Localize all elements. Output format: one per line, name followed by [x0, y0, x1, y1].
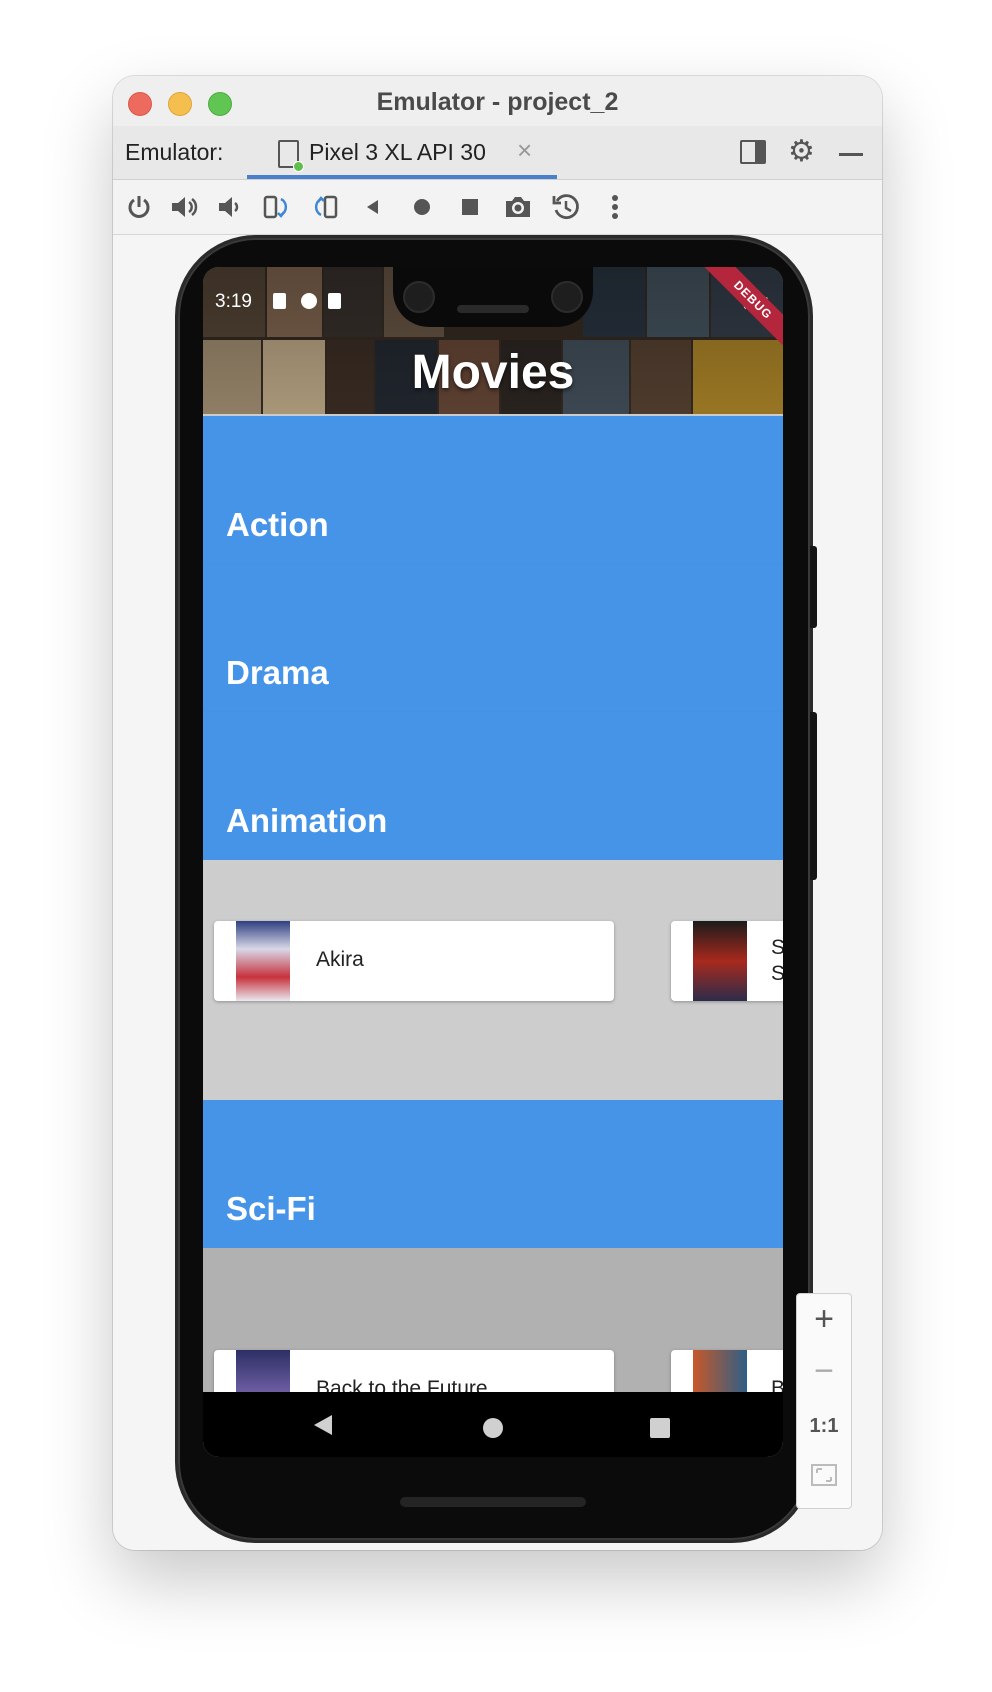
- status-app-icon: [301, 293, 317, 309]
- animation-movie-row[interactable]: Akira S S: [203, 860, 783, 1100]
- android-nav-bar: [203, 1392, 783, 1457]
- category-label: Action: [226, 506, 329, 543]
- movie-title: Akira: [316, 948, 364, 971]
- power-side-button: [810, 546, 817, 628]
- emulator-toolbar: [113, 180, 882, 235]
- actual-size-button[interactable]: 1:1: [797, 1415, 851, 1438]
- nav-back-icon[interactable]: [312, 1412, 334, 1444]
- camera-icon[interactable]: [502, 191, 534, 223]
- rotate-left-icon[interactable]: [261, 191, 293, 223]
- rotate-right-icon[interactable]: [309, 191, 341, 223]
- category-drama[interactable]: Drama: [203, 564, 783, 712]
- volume-up-icon[interactable]: [168, 191, 200, 223]
- fit-screen-icon[interactable]: [797, 1464, 851, 1491]
- bottom-speaker-grille: [400, 1497, 586, 1507]
- scifi-movie-row[interactable]: Back to the Future B: [203, 1248, 783, 1430]
- tab-close-icon[interactable]: ×: [517, 135, 532, 166]
- minimize-panel-icon[interactable]: [839, 153, 863, 156]
- earpiece-speaker: [457, 305, 529, 313]
- phone-screen: 3:19 ▼ ▮ DEBUG Movies Action Drama Anima…: [203, 267, 783, 1457]
- tab-bar: Emulator: Pixel 3 XL API 30 × ⚙: [113, 126, 882, 180]
- tab-pixel-3-xl[interactable]: Pixel 3 XL API 30 ×: [247, 126, 557, 179]
- back-icon[interactable]: [357, 191, 389, 223]
- status-notification-icon: [273, 293, 286, 309]
- display-notch: [393, 267, 593, 327]
- zoom-controls: + − 1:1: [796, 1293, 852, 1509]
- poster-thumbnail: [693, 921, 747, 1001]
- nav-overview-icon[interactable]: [649, 1414, 671, 1446]
- gear-icon[interactable]: ⚙: [788, 134, 815, 169]
- movie-card-akira[interactable]: Akira: [214, 921, 614, 1001]
- home-icon[interactable]: [406, 191, 438, 223]
- front-camera-right: [551, 281, 583, 313]
- status-time: 3:19: [215, 291, 252, 312]
- zoom-in-button[interactable]: +: [797, 1300, 851, 1339]
- emulator-label: Emulator:: [125, 139, 224, 165]
- nav-home-icon[interactable]: [482, 1414, 504, 1446]
- device-icon: [278, 140, 304, 172]
- window-title: Emulator - project_2: [376, 88, 619, 116]
- snapshot-icon[interactable]: [550, 191, 582, 223]
- movie-title: S S: [771, 936, 783, 985]
- category-sci-fi[interactable]: Sci-Fi: [203, 1100, 783, 1248]
- app-title: Movies: [411, 346, 575, 399]
- more-icon[interactable]: [599, 191, 631, 223]
- movie-card-spider-verse[interactable]: S S: [671, 921, 783, 1001]
- power-icon[interactable]: [123, 191, 155, 223]
- app-bar: 3:19 ▼ ▮ DEBUG Movies: [203, 267, 783, 414]
- category-label: Drama: [226, 654, 329, 691]
- poster-thumbnail: [236, 921, 290, 1001]
- zoom-out-button[interactable]: −: [797, 1352, 851, 1391]
- category-label: Animation: [226, 802, 388, 839]
- volume-down-icon[interactable]: [213, 191, 245, 223]
- category-action[interactable]: Action: [203, 416, 783, 564]
- sd-card-icon: [328, 293, 341, 309]
- volume-side-button: [810, 712, 817, 880]
- tab-active-indicator: [247, 175, 557, 179]
- layout-icon[interactable]: [740, 140, 766, 164]
- category-label: Sci-Fi: [226, 1190, 316, 1227]
- title-bar: Emulator - project_2: [113, 76, 882, 127]
- front-camera-left: [403, 281, 435, 313]
- tab-label: Pixel 3 XL API 30: [309, 139, 486, 165]
- overview-icon[interactable]: [454, 191, 486, 223]
- category-animation[interactable]: Animation: [203, 712, 783, 860]
